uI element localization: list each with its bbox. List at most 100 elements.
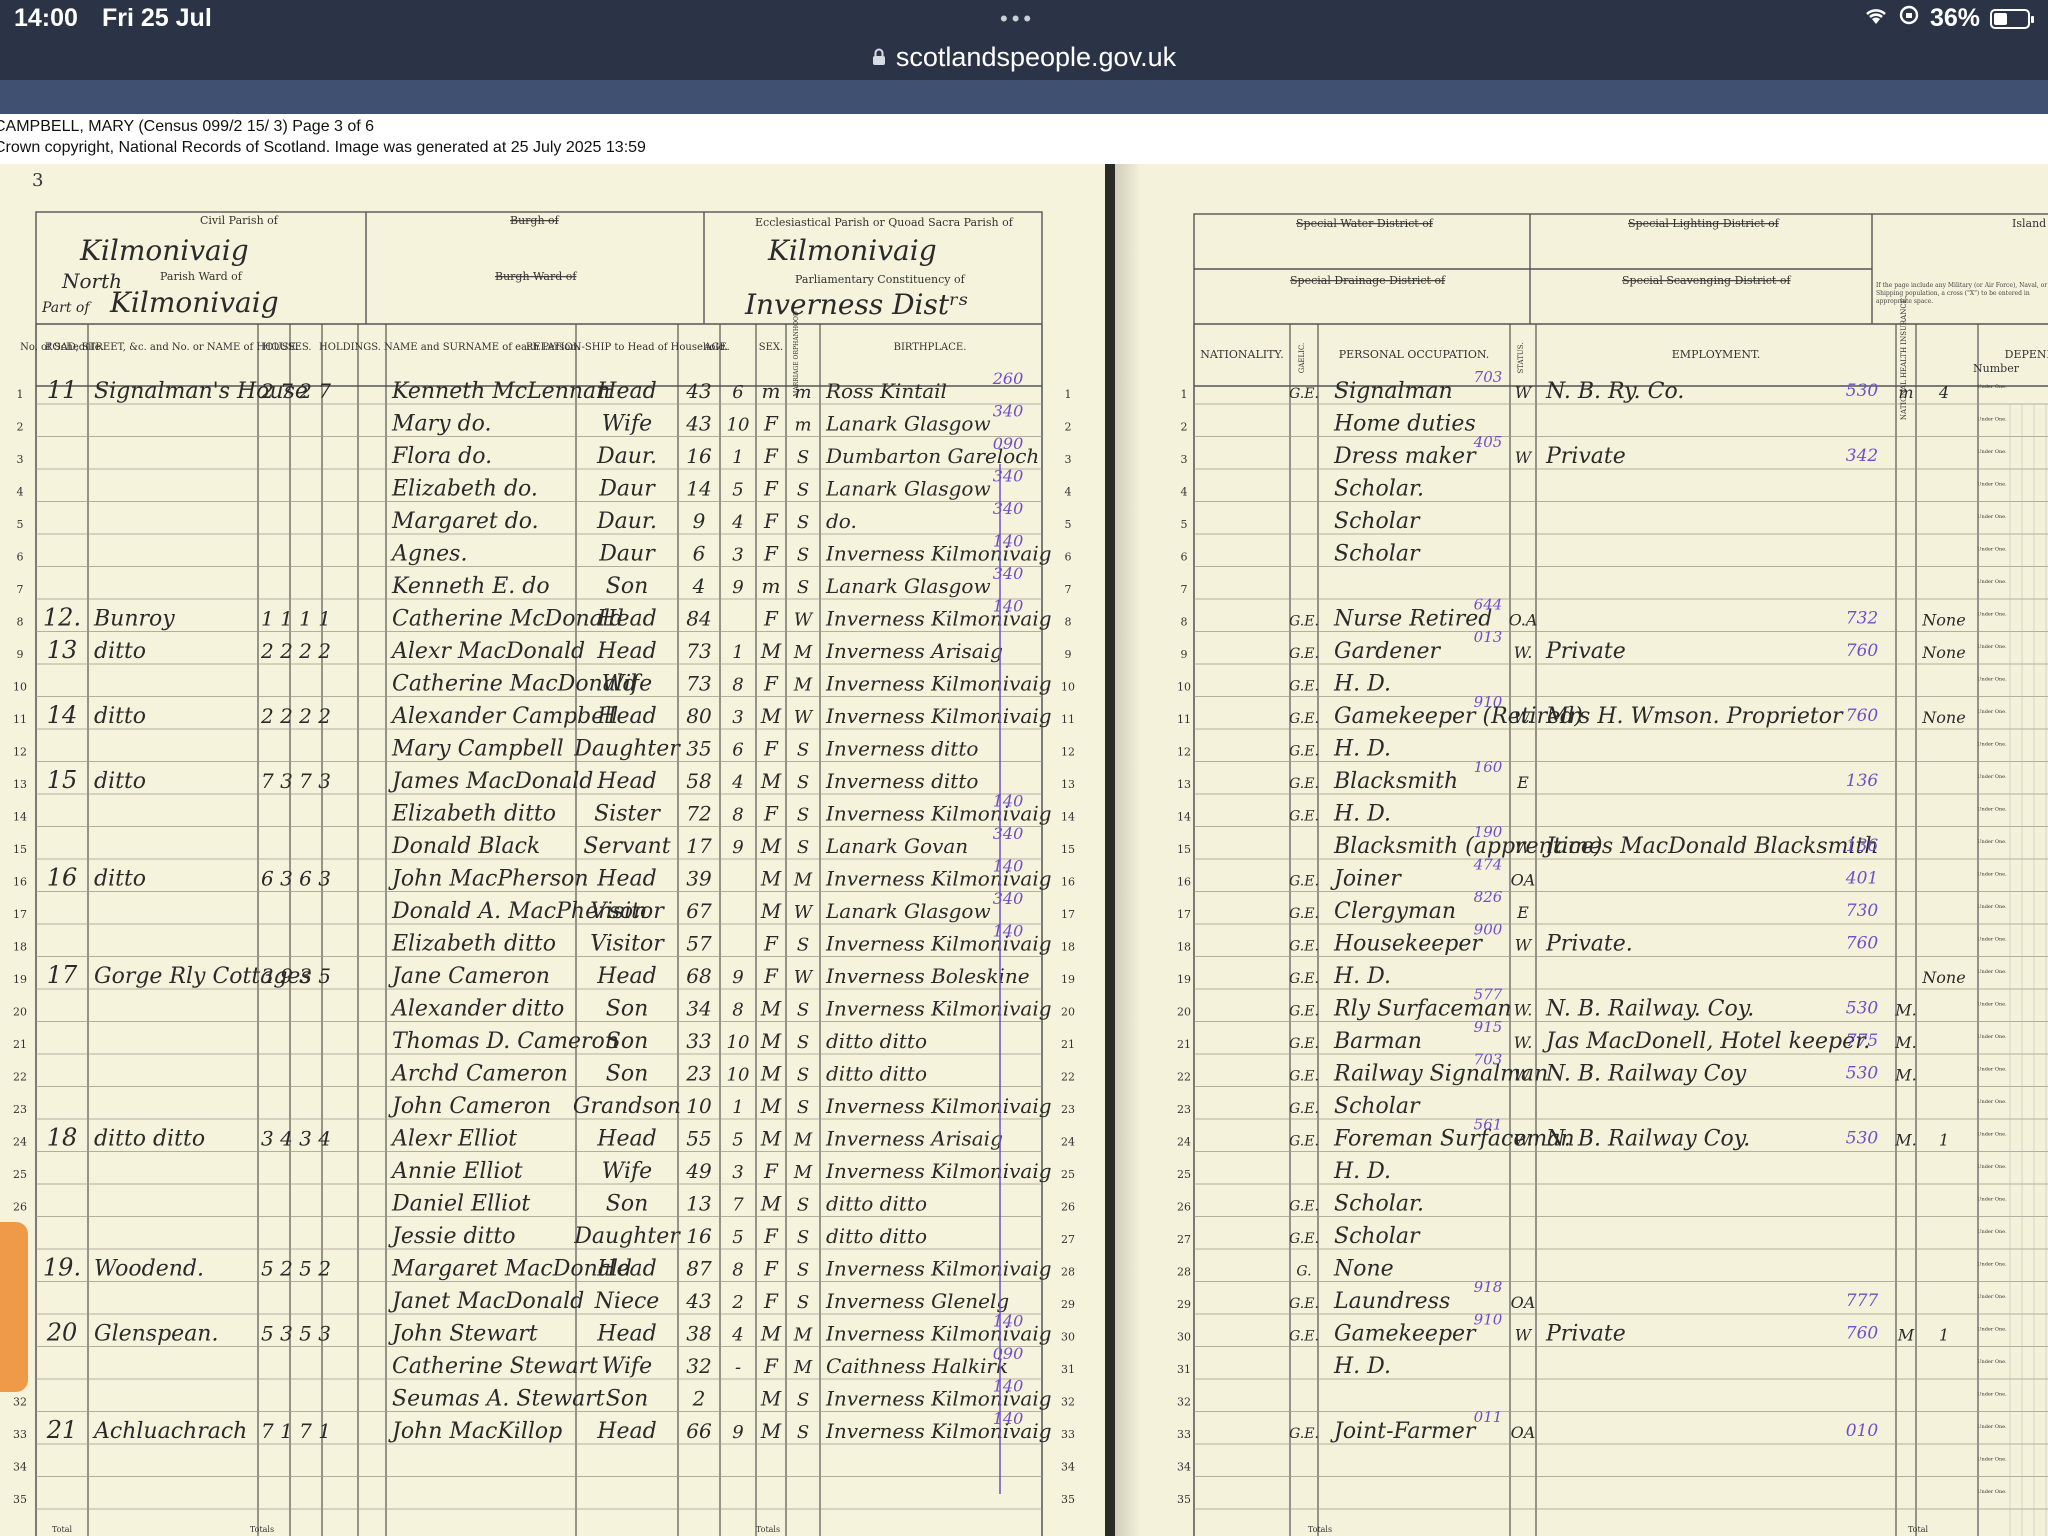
url-display[interactable]: scotlandspeople.gov.uk <box>0 40 2048 77</box>
relationship: Head <box>596 639 656 664</box>
age-years: 58 <box>686 769 711 793</box>
gaelic: G.E. <box>1289 679 1319 695</box>
marriage: W <box>794 967 814 988</box>
footer-totals-sex: Totals <box>756 1525 780 1534</box>
relationship: Daur <box>598 542 656 567</box>
sex: M <box>760 1094 782 1118</box>
birthplace: Inverness Kilmonivaig <box>825 1094 1052 1118</box>
row-number-right: 22 <box>1061 1071 1075 1084</box>
relationship: Head <box>596 1322 656 1347</box>
under-one-label: Under One. <box>1977 1327 2007 1333</box>
row-number-right: 24 <box>1061 1136 1075 1149</box>
age-months: 4 <box>731 772 743 793</box>
relationship: Son <box>606 1387 649 1412</box>
census-image[interactable]: 3 Civil Parish of Kilmonivaig North Pari… <box>0 164 2048 1536</box>
birthplace: Lanark Govan <box>825 834 968 858</box>
side-handle[interactable] <box>0 1222 28 1392</box>
occupation: None <box>1333 1257 1394 1282</box>
row-number: 35 <box>1177 1493 1191 1506</box>
dependants: 4 <box>1938 383 1949 402</box>
birthplace: Inverness Arisaig <box>825 1127 1003 1151</box>
age-months: 8 <box>732 1000 743 1021</box>
row-number: 4 <box>1181 486 1188 499</box>
employment-code: 010 <box>1846 1421 1879 1441</box>
marriage: M <box>793 675 813 696</box>
status-time: 14:00 <box>14 4 78 32</box>
birthplace-code: 090 <box>993 434 1024 453</box>
birthplace: Inverness Arisaig <box>825 639 1003 663</box>
marriage: S <box>797 577 809 598</box>
sex: F <box>763 1289 779 1313</box>
sex: M <box>760 1192 782 1216</box>
under-one-label: Under One. <box>1977 547 2007 553</box>
row-number: 6 <box>17 551 24 564</box>
houses-holdings: 3 9 3 5 <box>261 964 331 988</box>
occupation-code: 826 <box>1474 888 1503 906</box>
row-number: 22 <box>13 1071 27 1084</box>
right-col-header: EMPLOYMENT. <box>1672 348 1760 361</box>
employment-code: 342 <box>1846 446 1878 466</box>
person-name: Elizabeth ditto <box>391 932 556 957</box>
occupation-code: 013 <box>1474 628 1503 646</box>
ward-value: Kilmonivaig <box>109 286 279 319</box>
birthplace: Inverness ditto <box>825 737 978 761</box>
left-col-header: SEX. <box>759 342 783 353</box>
age-months: 4 <box>731 1325 743 1346</box>
age-years: 10 <box>686 1094 712 1118</box>
status-right: 36% <box>1864 4 2034 33</box>
copyright-line: Crown copyright, National Records of Sco… <box>0 139 646 156</box>
marriage: S <box>797 1292 809 1313</box>
age-months: 10 <box>727 1032 750 1053</box>
occupation: Joint-Farmer <box>1330 1419 1477 1444</box>
census-row: 13 15 ditto 7 3 7 3 James MacDonald Head 58 4 M S… <box>13 766 1075 794</box>
row-number: 7 <box>1181 583 1188 596</box>
birthplace: Inverness Kilmonivaig <box>825 704 1052 728</box>
occupation: Scholar <box>1334 542 1421 567</box>
address-bar[interactable]: scotlandspeople.gov.uk <box>0 40 2048 80</box>
marriage: S <box>797 1260 809 1281</box>
row-number: 29 <box>1177 1298 1191 1311</box>
row-number: 35 <box>13 1493 27 1506</box>
under-one-label: Under One. <box>1977 1197 2007 1203</box>
occupation: Nurse Retired <box>1333 607 1492 632</box>
person-name: John MacKillop <box>388 1419 562 1444</box>
occupation-code: 474 <box>1473 856 1503 874</box>
row-number-right: 5 <box>1065 518 1072 531</box>
under-one-label: Under One. <box>1977 644 2007 650</box>
age-months: 3 <box>732 707 743 728</box>
occupation: H. D. <box>1333 672 1391 697</box>
birthplace-code: 340 <box>993 564 1024 583</box>
marriage: S <box>797 935 809 956</box>
burgh-ward-label: Burgh Ward of <box>495 270 577 283</box>
age-months: 1 <box>732 1097 743 1118</box>
status: OA <box>1511 871 1536 890</box>
age-months: 9 <box>732 577 743 598</box>
row-number: 30 <box>1177 1331 1191 1344</box>
age-years: 73 <box>686 672 711 696</box>
census-row: 26 Daniel Elliot Son 13 7 M Sditto ditto 26 <box>13 1192 1075 1217</box>
person-name: Catherine Stewart <box>392 1354 598 1379</box>
row-number: 24 <box>13 1136 27 1149</box>
person-name: Flora do. <box>391 444 492 469</box>
census-row: 23 John Cameron Grandson 10 1 M S Inverness Kil… <box>13 1094 1075 1119</box>
under-one-label: Under One. <box>1977 449 2007 455</box>
status: W <box>1515 383 1533 402</box>
sex: F <box>763 932 779 956</box>
census-row: 3 Flora do. Daur. 16 1 F S Dumbarton Gareloch09… <box>17 434 1072 469</box>
gaelic: G.E. <box>1289 1004 1319 1020</box>
under-one-label: Under One. <box>1977 904 2007 910</box>
relationship: Son <box>606 1062 649 1087</box>
occupation: Blacksmith <box>1333 769 1458 794</box>
row-number: 14 <box>13 811 27 824</box>
under-one-label: Under One. <box>1977 1067 2007 1073</box>
eccl-value: Kilmonivaig <box>767 234 937 267</box>
url-text[interactable]: scotlandspeople.gov.uk <box>896 42 1176 72</box>
marriage: M <box>793 1357 813 1378</box>
age-years: 68 <box>686 964 711 988</box>
sex: M <box>760 867 782 891</box>
gaelic: G.E. <box>1289 874 1319 890</box>
sex: F <box>763 1224 779 1248</box>
gaelic: G.E. <box>1289 1199 1319 1215</box>
multitasking-dots-icon[interactable]: ••• <box>1000 6 1035 32</box>
schedule-number: 20 <box>46 1319 78 1347</box>
